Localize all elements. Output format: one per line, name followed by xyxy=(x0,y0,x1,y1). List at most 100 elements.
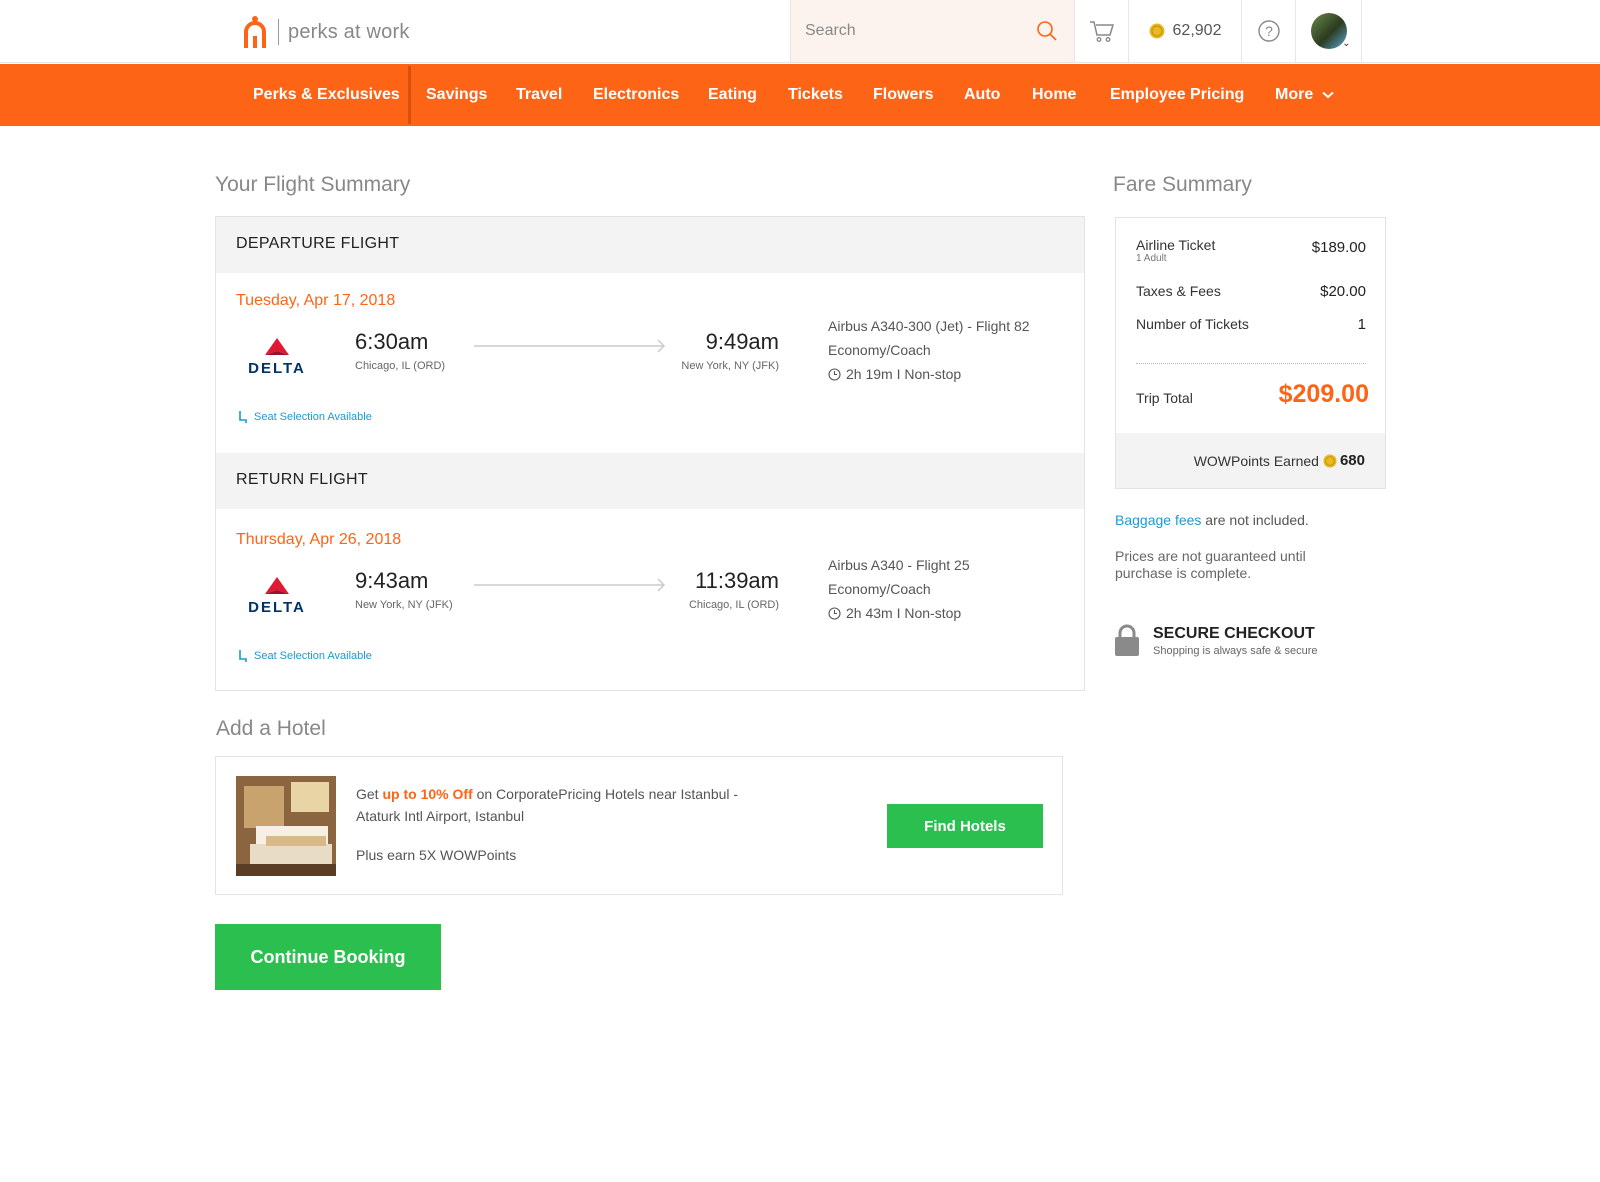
return-arrive-city: Chicago, IL (ORD) xyxy=(688,599,779,611)
departure-duration: 2h 19m I Non-stop xyxy=(846,366,962,382)
delta-logo: DELTA xyxy=(248,338,304,377)
departure-cabin: Economy/Coach xyxy=(828,342,931,358)
return-seat-selection[interactable]: Seat Selection Available xyxy=(238,649,372,663)
fare-summary-card: Airline Ticket 1 Adult $189.00 Taxes & F… xyxy=(1115,217,1386,489)
nav-tickets[interactable]: Tickets xyxy=(788,64,843,126)
help-button[interactable]: ? xyxy=(1242,0,1296,62)
fare-tickets-value: 1 xyxy=(1357,316,1366,333)
logo-separator xyxy=(278,19,279,45)
hotel-offer-card: Get up to 10% Off on CorporatePricing Ho… xyxy=(215,756,1063,895)
cart-icon xyxy=(1089,21,1114,42)
fare-total-row: Trip Total $209.00 xyxy=(1136,380,1369,408)
wowpoints-coin-icon xyxy=(1323,453,1337,468)
departure-duration-row: 2h 19m I Non-stop xyxy=(828,362,1030,386)
secure-checkout-sub: Shopping is always safe & secure xyxy=(1153,645,1318,657)
return-aircraft: Airbus A340 - Flight 25 xyxy=(828,557,970,573)
return-depart-time: 9:43am xyxy=(355,568,429,593)
wowpoints-coin-icon xyxy=(1149,23,1165,39)
fare-total-value: $209.00 xyxy=(1278,380,1369,408)
return-duration-row: 2h 43m I Non-stop xyxy=(828,601,970,625)
nav-eating[interactable]: Eating xyxy=(708,64,757,126)
nav-electronics[interactable]: Electronics xyxy=(593,64,679,126)
cart-button[interactable] xyxy=(1075,0,1129,62)
svg-text:?: ? xyxy=(1265,23,1273,39)
hotel-discount: up to 10% Off xyxy=(382,786,473,802)
perks-logo[interactable]: perks at work xyxy=(242,14,410,50)
return-flight-info: Airbus A340 - Flight 25 Economy/Coach 2h… xyxy=(828,553,970,625)
wowpoints-earned-value: 680 xyxy=(1339,452,1365,469)
flight-arrow-icon xyxy=(474,339,666,353)
departure-depart-city: Chicago, IL (ORD) xyxy=(355,360,446,372)
seat-icon xyxy=(239,411,247,423)
baggage-note-rest: are not included. xyxy=(1201,512,1309,528)
baggage-note: Baggage fees are not included. xyxy=(1115,512,1309,528)
departure-depart-time: 6:30am xyxy=(355,329,429,354)
return-date: Thursday, Apr 26, 2018 xyxy=(236,531,402,548)
departure-seat-selection[interactable]: Seat Selection Available xyxy=(238,410,372,424)
nav-home[interactable]: Home xyxy=(1032,64,1076,126)
account-menu[interactable]: ⌄ xyxy=(1296,0,1362,62)
main-nav: Perks & Exclusives Savings Travel Electr… xyxy=(0,64,1600,126)
clock-icon xyxy=(828,606,841,620)
departure-header-label: DEPARTURE FLIGHT xyxy=(236,235,400,252)
fare-taxes-label: Taxes & Fees xyxy=(1136,283,1221,299)
fare-airline-ticket-label: Airline Ticket xyxy=(1136,237,1216,253)
nav-flowers[interactable]: Flowers xyxy=(873,64,933,126)
chevron-down-icon: ⌄ xyxy=(1342,38,1351,49)
fare-taxes-value: $20.00 xyxy=(1320,283,1366,300)
return-depart-city: New York, NY (JFK) xyxy=(355,599,453,611)
svg-text:DELTA: DELTA xyxy=(248,599,306,616)
avatar: ⌄ xyxy=(1310,13,1351,49)
return-header-label: RETURN FLIGHT xyxy=(236,471,368,488)
hotel-room-image xyxy=(236,776,336,876)
departure-arrive-city: New York, NY (JFK) xyxy=(681,360,779,372)
nav-employee-pricing[interactable]: Employee Pricing xyxy=(1110,64,1244,126)
flight-summary-card: DEPARTURE FLIGHT Tuesday, Apr 17, 2018 D… xyxy=(215,216,1085,691)
flight-summary-title: Your Flight Summary xyxy=(215,173,411,196)
fare-taxes-row: Taxes & Fees $20.00 xyxy=(1136,283,1366,300)
clock-icon xyxy=(828,367,841,381)
nav-more[interactable]: More xyxy=(1275,64,1334,126)
departure-flight-info: Airbus A340-300 (Jet) - Flight 82 Econom… xyxy=(828,314,1030,386)
nav-more-label: More xyxy=(1275,86,1314,103)
return-arrive-time: 11:39am xyxy=(695,568,779,593)
price-guarantee-note: Prices are not guaranteed until purchase… xyxy=(1115,548,1306,581)
fare-summary-title: Fare Summary xyxy=(1113,173,1252,196)
search-icon[interactable] xyxy=(1036,20,1058,42)
secure-checkout-title: SECURE CHECKOUT xyxy=(1153,625,1315,642)
search-input[interactable] xyxy=(805,17,1025,45)
lock-icon xyxy=(1115,624,1139,656)
delta-logo: DELTA xyxy=(248,577,306,616)
hotel-room-illustration xyxy=(236,776,336,876)
return-seat-label: Seat Selection Available xyxy=(254,650,372,662)
seat-icon xyxy=(239,650,247,662)
chevron-down-icon xyxy=(1322,91,1334,99)
departure-seat-label: Seat Selection Available xyxy=(254,411,372,423)
hotel-points-note: Plus earn 5X WOWPoints xyxy=(356,847,517,863)
perks-logo-icon xyxy=(244,16,266,48)
add-hotel-title: Add a Hotel xyxy=(216,717,326,740)
wowpoints-earned-bar: WOWPoints Earned 680 xyxy=(1116,433,1385,488)
fare-total-label: Trip Total xyxy=(1136,390,1193,406)
fare-divider xyxy=(1136,363,1366,364)
nav-perks-exclusives[interactable]: Perks & Exclusives xyxy=(253,64,400,126)
nav-travel[interactable]: Travel xyxy=(516,64,562,126)
fare-tickets-label: Number of Tickets xyxy=(1136,316,1249,332)
nav-auto[interactable]: Auto xyxy=(964,64,1000,126)
top-bar: perks at work 62,902 ? ⌄ xyxy=(0,0,1600,63)
departure-arrive-time: 9:49am xyxy=(705,329,779,354)
departure-aircraft: Airbus A340-300 (Jet) - Flight 82 xyxy=(828,318,1030,334)
return-duration: 2h 43m I Non-stop xyxy=(846,605,962,621)
find-hotels-button[interactable]: Find Hotels xyxy=(887,804,1043,848)
fare-tickets-row: Number of Tickets 1 xyxy=(1136,316,1366,333)
wowpoints-earned-label: WOWPoints Earned xyxy=(1193,452,1319,469)
points-value: 62,902 xyxy=(1172,22,1222,39)
baggage-fees-link[interactable]: Baggage fees xyxy=(1115,512,1201,528)
help-icon: ? xyxy=(1257,20,1280,42)
nav-savings[interactable]: Savings xyxy=(426,64,487,126)
hotel-get-text: Get xyxy=(356,786,383,802)
points-balance[interactable]: 62,902 xyxy=(1129,0,1242,62)
continue-booking-button[interactable]: Continue Booking xyxy=(215,924,441,990)
departure-header: DEPARTURE FLIGHT xyxy=(216,217,1084,273)
search-box xyxy=(790,0,1075,62)
